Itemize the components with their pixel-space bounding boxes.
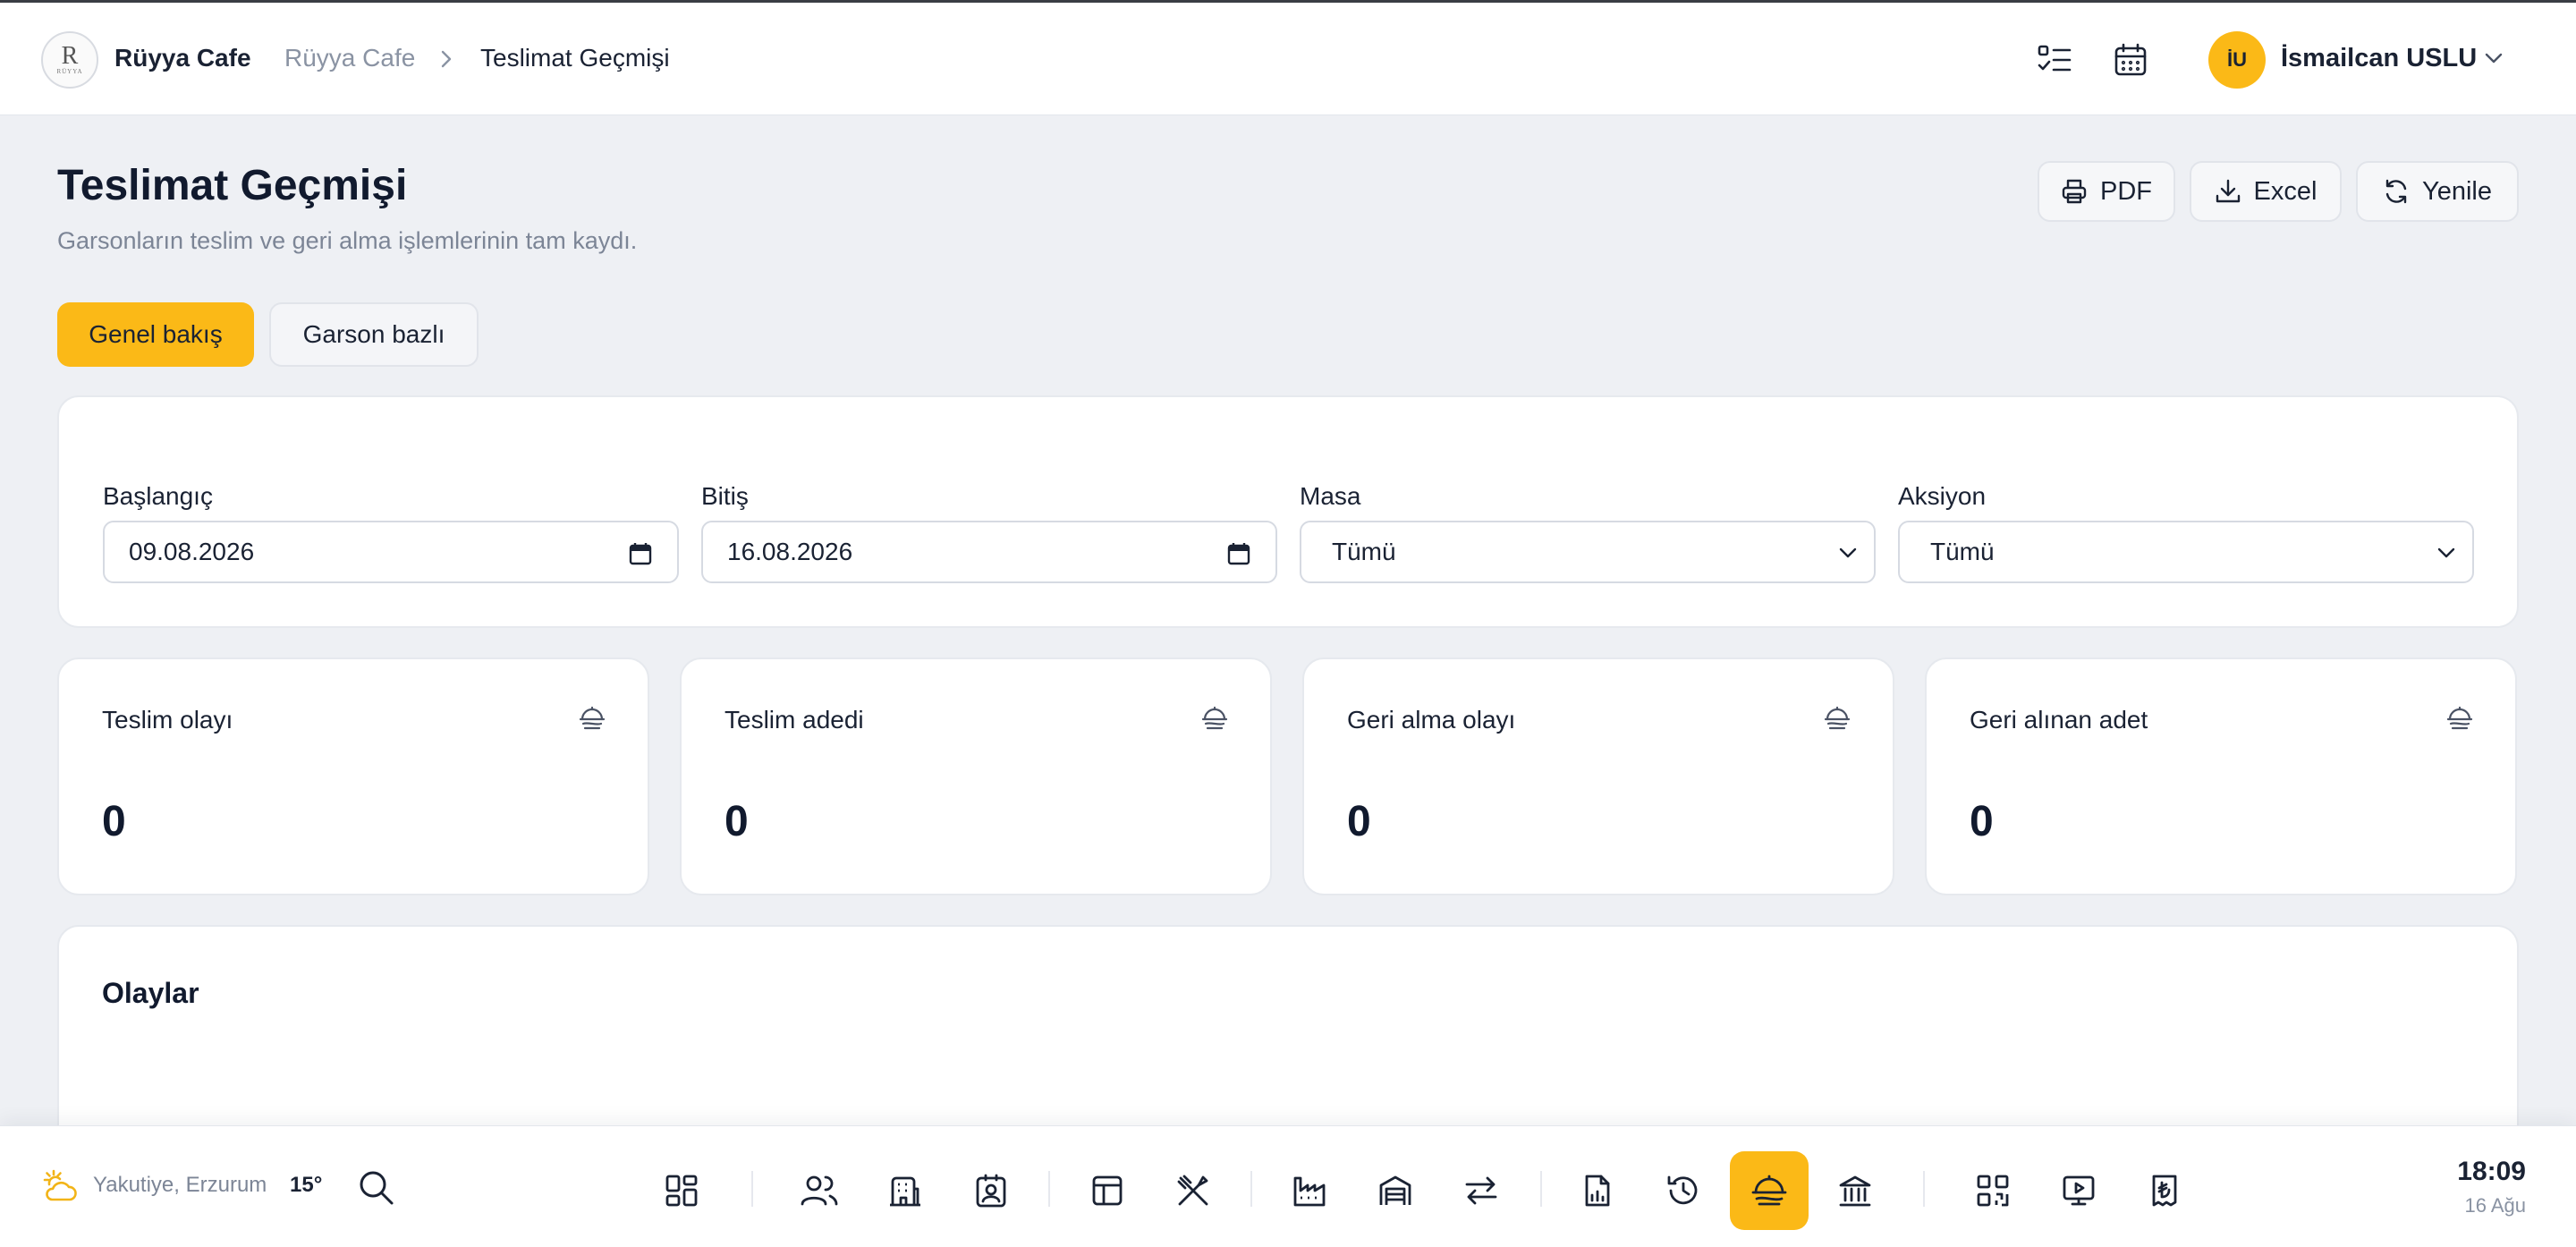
stat-value: 0 xyxy=(724,798,749,845)
end-date-label: Bitiş xyxy=(701,482,749,510)
start-date-input[interactable]: 09.08.2026 xyxy=(103,521,679,583)
printer-icon xyxy=(2061,178,2088,205)
start-date-value: 09.08.2026 xyxy=(129,538,255,565)
chevron-right-icon xyxy=(438,49,454,69)
stat-card-return-events: Geri alma olayı 0 xyxy=(1302,657,1894,895)
breadcrumb-home[interactable]: Rüyya Cafe xyxy=(284,44,415,72)
user-name[interactable]: İsmailcan USLU xyxy=(2281,44,2477,73)
clock-time: 18:09 xyxy=(2457,1157,2526,1186)
events-title: Olaylar xyxy=(102,977,199,1009)
cloche-delivery-icon xyxy=(1200,704,1229,731)
avatar[interactable]: İU xyxy=(2208,31,2266,89)
clock-date: 16 Ağu xyxy=(2464,1194,2526,1217)
users-icon[interactable] xyxy=(780,1151,859,1230)
stat-value: 0 xyxy=(1347,798,1371,845)
stat-label: Teslim olayı xyxy=(102,706,233,734)
cloche-delivery-icon xyxy=(578,704,606,731)
history-icon[interactable] xyxy=(1644,1151,1723,1230)
stat-value: 0 xyxy=(1970,798,1994,845)
page-title: Teslimat Geçmişi xyxy=(57,162,408,209)
weather-location: Yakutiye, Erzurum xyxy=(93,1173,267,1197)
action-select[interactable]: Tümü xyxy=(1898,521,2474,583)
cloche-delivery-icon xyxy=(1823,704,1852,731)
dock-divider xyxy=(1923,1171,1925,1207)
tab-by-waiter[interactable]: Garson bazlı xyxy=(269,302,479,367)
stat-label: Teslim adedi xyxy=(724,706,864,734)
table-select-value: Tümü xyxy=(1332,538,1396,565)
dashboard-icon[interactable] xyxy=(642,1151,721,1230)
stat-card-delivery-events: Teslim olayı 0 xyxy=(57,657,649,895)
warehouse-icon[interactable] xyxy=(1356,1151,1435,1230)
dock-divider xyxy=(1048,1171,1050,1207)
contact-card-icon[interactable] xyxy=(952,1151,1030,1230)
cloche-delivery-icon xyxy=(2445,704,2474,731)
bank-icon[interactable] xyxy=(1816,1151,1894,1230)
pdf-label: PDF xyxy=(2100,176,2152,206)
refresh-button[interactable]: Yenile xyxy=(2356,161,2519,222)
partly-sunny-icon xyxy=(41,1169,80,1205)
calendar-icon[interactable] xyxy=(629,542,652,565)
top-bar: R RÜYYA Rüyya Cafe Rüyya Cafe Teslimat G… xyxy=(0,0,2576,115)
report-file-icon[interactable] xyxy=(1558,1151,1637,1230)
brand-logo[interactable]: R RÜYYA xyxy=(41,31,98,89)
logo-monogram: R xyxy=(61,42,79,70)
excel-button[interactable]: Excel xyxy=(2190,161,2342,222)
download-icon xyxy=(2215,178,2241,205)
chevron-down-icon[interactable] xyxy=(2483,51,2504,65)
start-date-label: Başlangıç xyxy=(103,482,213,510)
screen-play-icon[interactable] xyxy=(2039,1151,2118,1230)
weather-temperature: 15° xyxy=(290,1173,323,1197)
dock-divider xyxy=(1250,1171,1252,1207)
qr-code-icon[interactable] xyxy=(1953,1151,2032,1230)
transfer-arrows-icon[interactable] xyxy=(1442,1151,1521,1230)
stat-label: Geri alma olayı xyxy=(1347,706,1516,734)
calendar-icon[interactable] xyxy=(1227,542,1250,565)
breadcrumb-current: Teslimat Geçmişi xyxy=(480,44,670,72)
pdf-button[interactable]: PDF xyxy=(2038,161,2175,222)
excel-label: Excel xyxy=(2253,176,2318,206)
building-icon[interactable] xyxy=(866,1151,945,1230)
refresh-label: Yenile xyxy=(2422,176,2492,206)
end-date-input[interactable]: 16.08.2026 xyxy=(701,521,1277,583)
page-subtitle: Garsonların teslim ve geri alma işlemler… xyxy=(57,227,638,254)
refresh-icon xyxy=(2383,178,2410,205)
stat-card-delivered-count: Teslim adedi 0 xyxy=(680,657,1272,895)
dock-divider xyxy=(751,1171,753,1207)
dock-divider xyxy=(1540,1171,1542,1207)
action-filter-label: Aksiyon xyxy=(1898,482,1987,510)
filters-card: Başlangıç 09.08.2026 Bitiş 16.08.2026 Ma… xyxy=(57,395,2519,628)
tab-overview[interactable]: Genel bakış xyxy=(57,302,254,367)
calendar-icon[interactable] xyxy=(2111,40,2150,80)
bottom-dock: Yakutiye, Erzurum 15° 18:09 16 Ağu xyxy=(0,1125,2576,1247)
layout-icon[interactable] xyxy=(1068,1151,1147,1230)
cloche-delivery-icon[interactable] xyxy=(1730,1151,1809,1230)
logo-text: RÜYYA xyxy=(56,68,83,75)
table-filter-label: Masa xyxy=(1300,482,1361,510)
chevron-down-icon xyxy=(1838,546,1858,560)
factory-icon[interactable] xyxy=(1270,1151,1349,1230)
task-list-icon[interactable] xyxy=(2035,40,2074,80)
action-select-value: Tümü xyxy=(1930,538,1995,565)
stat-card-returned-count: Geri alınan adet 0 xyxy=(1925,657,2517,895)
lira-receipt-icon[interactable] xyxy=(2125,1151,2204,1230)
brand-name[interactable]: Rüyya Cafe xyxy=(114,44,251,72)
end-date-value: 16.08.2026 xyxy=(727,538,853,565)
stat-value: 0 xyxy=(102,798,126,845)
stat-label: Geri alınan adet xyxy=(1970,706,2148,734)
chevron-down-icon xyxy=(2436,546,2456,560)
table-select[interactable]: Tümü xyxy=(1300,521,1876,583)
search-icon[interactable] xyxy=(356,1167,395,1207)
utensils-crossed-icon[interactable] xyxy=(1154,1151,1233,1230)
